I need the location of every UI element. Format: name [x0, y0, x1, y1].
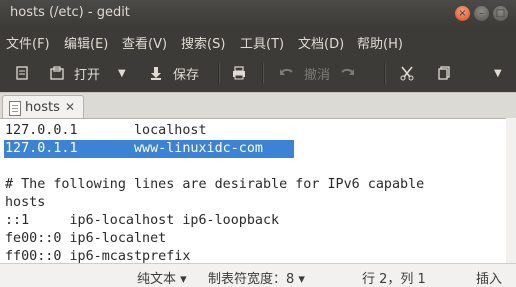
folder-open-icon [50, 66, 64, 80]
printer-icon [233, 66, 245, 80]
new-document-button[interactable] [14, 62, 30, 84]
tab-hosts[interactable]: hosts ✕ [2, 95, 84, 120]
undo-button[interactable]: 撤消 [278, 62, 330, 84]
open-button[interactable]: 打开 ▼ [49, 62, 126, 84]
copy-button[interactable] [436, 62, 452, 84]
menu-help[interactable]: 帮助(H) [357, 33, 403, 52]
save-button[interactable]: 保存 [148, 62, 199, 84]
close-tab-icon[interactable]: ✕ [63, 100, 77, 114]
insert-mode-indicator: 插入 [476, 272, 503, 287]
editor-line-selected: 127.0.1.1 www-linuxidc-com [5, 141, 263, 156]
tab-bar: hosts ✕ [0, 92, 516, 120]
new-document-icon [16, 66, 28, 80]
download-arrow-icon [151, 67, 161, 80]
status-bar: 纯文本 ▾ 制表符宽度：8 ▾ 行 2，列 1 插入 [0, 263, 516, 287]
menu-view[interactable]: 查看(V) [122, 33, 167, 52]
redo-button[interactable] [340, 62, 356, 84]
toolbar-separator [384, 63, 386, 83]
redo-icon [341, 68, 354, 75]
cut-button[interactable] [399, 62, 415, 84]
text-document-icon [9, 101, 21, 116]
copy-icon [438, 66, 450, 80]
save-label: 保存 [173, 67, 200, 83]
editor-line: ::1 ip6-localhost ip6-loopback [5, 213, 280, 228]
close-window-button[interactable]: × [455, 6, 470, 21]
tab-label: hosts [25, 100, 60, 115]
text-editor[interactable]: 127.0.0.1 localhost 127.0.1.1 www-linuxi… [0, 118, 506, 264]
toolbar-separator [262, 63, 264, 83]
undo-label: 撤消 [304, 67, 331, 83]
minimize-window-button[interactable]: – [474, 6, 489, 21]
language-selector[interactable]: 纯文本 ▾ [137, 268, 187, 287]
editor-line: ff00::0 ip6-mcastprefix [5, 249, 191, 264]
maximize-window-button[interactable]: □ [493, 6, 508, 21]
editor-line: fe00::0 ip6-localnet [5, 231, 167, 246]
scissors-icon [400, 66, 414, 81]
cursor-position: 行 2，列 1 [362, 272, 426, 287]
toolbar-separator [218, 63, 220, 83]
toolbar-overflow-chevron-icon[interactable]: ▼ [494, 62, 502, 84]
gedit-window: × – □ hosts (/etc) - gedit 文件(F) 编辑(E) 查… [0, 0, 516, 287]
editor-line: hosts [5, 195, 46, 210]
menu-bar: 文件(F) 编辑(E) 查看(V) 搜索(S) 工具(T) 文档(D) 帮助(H… [0, 27, 516, 54]
toolbar: 打开 ▼ 保存 撤消 ▼ [0, 54, 516, 92]
open-recent-chevron-icon[interactable]: ▼ [118, 68, 126, 79]
menu-tools[interactable]: 工具(T) [240, 33, 284, 52]
tab-width-selector[interactable]: 制表符宽度：8 ▾ [208, 268, 305, 287]
open-label: 打开 [74, 67, 101, 83]
menu-documents[interactable]: 文档(D) [298, 33, 344, 52]
editor-line: 127.0.0.1 localhost [5, 123, 207, 138]
menu-edit[interactable]: 编辑(E) [64, 33, 108, 52]
editor-line: # The following lines are desirable for … [5, 177, 425, 192]
vertical-scrollbar[interactable] [506, 118, 516, 263]
window-title: hosts (/etc) - gedit [10, 5, 130, 20]
title-bar: × – □ hosts (/etc) - gedit [0, 0, 516, 27]
menu-file[interactable]: 文件(F) [6, 33, 50, 52]
print-button[interactable] [231, 62, 247, 84]
undo-icon [280, 68, 293, 75]
menu-search[interactable]: 搜索(S) [181, 33, 225, 52]
